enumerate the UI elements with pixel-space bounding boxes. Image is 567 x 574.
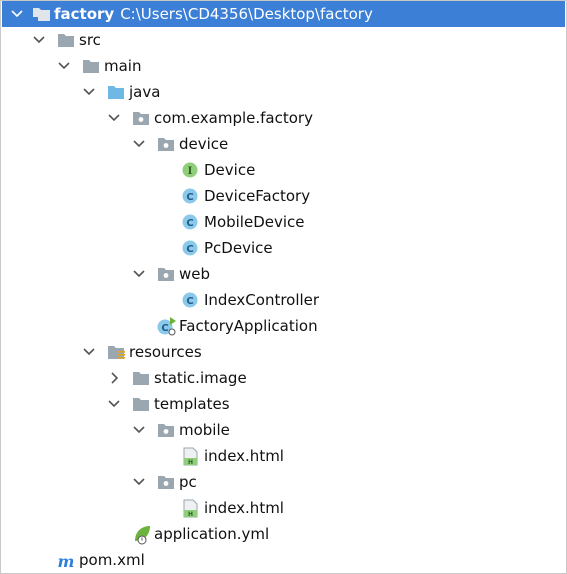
chevron-right-icon[interactable] [105, 365, 123, 391]
tree-row-main[interactable]: main [2, 53, 565, 79]
interface-icon: I [182, 157, 200, 183]
folder-icon [82, 53, 100, 79]
chevron-down-icon[interactable] [55, 53, 73, 79]
tree-item-label: mobile [179, 421, 230, 439]
tree-row-devicefactory[interactable]: C DeviceFactory [2, 183, 565, 209]
spring-boot-application-icon: C [157, 313, 176, 339]
html-file-icon: H [182, 443, 200, 469]
tree-item-label: device [179, 135, 229, 153]
tree-item-label: java [129, 83, 161, 101]
tree-row-device[interactable]: device [2, 131, 565, 157]
tree-item-label: Device [204, 161, 256, 179]
spring-leaf-icon [132, 521, 150, 547]
svg-text:C: C [186, 218, 193, 229]
package-icon [157, 417, 175, 443]
tree-row-com-example-factory[interactable]: com.example.factory [2, 105, 565, 131]
tree-row-templates[interactable]: templates [2, 391, 565, 417]
package-icon [157, 469, 175, 495]
folder-icon [32, 1, 50, 27]
package-icon [157, 261, 175, 287]
chevron-down-icon[interactable] [130, 469, 148, 495]
tree-item-label: MobileDevice [204, 213, 305, 231]
tree-item-label: templates [154, 395, 230, 413]
folder-icon [132, 391, 150, 417]
tree-item-label: DeviceFactory [204, 187, 311, 205]
tree-row-pc-index-html[interactable]: H index.html [2, 495, 565, 521]
chevron-down-icon[interactable] [130, 261, 148, 287]
chevron-down-icon[interactable] [105, 391, 123, 417]
tree-item-label: pc [179, 473, 197, 491]
tree-row-resources[interactable]: resources [2, 339, 565, 365]
tree-item-label: pom.xml [79, 551, 145, 569]
tree-row-mobile[interactable]: mobile [2, 417, 565, 443]
folder-icon [57, 27, 75, 53]
tree-row-mobile-index-html[interactable]: H index.html [2, 443, 565, 469]
package-icon [132, 105, 150, 131]
chevron-down-icon[interactable] [130, 131, 148, 157]
tree-item-label: application.yml [154, 525, 270, 543]
project-tree-panel: factory C:\Users\CD4356\Desktop\factory s… [0, 0, 567, 574]
package-icon [157, 131, 175, 157]
folder-icon [132, 365, 150, 391]
tree-item-label: index.html [204, 499, 284, 517]
tree-row-device-interface[interactable]: I Device [2, 157, 565, 183]
tree-row-mobiledevice[interactable]: C MobileDevice [2, 209, 565, 235]
tree-item-label: static.image [154, 369, 247, 387]
svg-text:C: C [186, 244, 193, 255]
tree-row-factoryapplication[interactable]: C FactoryApplication [2, 313, 565, 339]
chevron-down-icon[interactable] [105, 105, 123, 131]
tree-row-src[interactable]: src [2, 27, 565, 53]
tree-item-label: FactoryApplication [179, 317, 318, 335]
maven-icon: m [57, 547, 75, 573]
project-name: factory [54, 5, 115, 23]
tree-item-label: resources [129, 343, 202, 361]
svg-text:H: H [188, 459, 193, 466]
tree-item-label: web [179, 265, 211, 283]
svg-text:C: C [186, 296, 193, 307]
tree-item-label: PcDevice [204, 239, 273, 257]
class-icon: C [182, 235, 200, 261]
project-path: C:\Users\CD4356\Desktop\factory [120, 5, 373, 23]
chevron-down-icon[interactable] [130, 417, 148, 443]
html-file-icon: H [182, 495, 200, 521]
source-folder-icon [107, 79, 125, 105]
tree-row-factory[interactable]: factory C:\Users\CD4356\Desktop\factory [2, 1, 565, 27]
svg-text:C: C [161, 323, 168, 334]
svg-text:H: H [188, 511, 193, 518]
tree-row-application-yml[interactable]: application.yml [2, 521, 565, 547]
chevron-down-icon[interactable] [30, 27, 48, 53]
class-icon: C [182, 287, 200, 313]
chevron-down-icon[interactable] [8, 1, 26, 27]
tree-row-java[interactable]: java [2, 79, 565, 105]
chevron-down-icon[interactable] [80, 339, 98, 365]
resources-folder-icon [107, 339, 125, 365]
svg-text:m: m [58, 552, 75, 571]
chevron-down-icon[interactable] [80, 79, 98, 105]
svg-text:I: I [188, 166, 193, 177]
tree-row-static-image[interactable]: static.image [2, 365, 565, 391]
class-icon: C [182, 183, 200, 209]
tree-item-label: IndexController [204, 291, 320, 309]
tree-item-label: index.html [204, 447, 284, 465]
class-icon: C [182, 209, 200, 235]
tree-row-pcdevice[interactable]: C PcDevice [2, 235, 565, 261]
tree-item-label: com.example.factory [154, 109, 313, 127]
svg-text:C: C [186, 192, 193, 203]
tree-item-label: main [104, 57, 142, 75]
tree-item-label: src [79, 31, 101, 49]
tree-row-web[interactable]: web [2, 261, 565, 287]
tree-row-indexcontroller[interactable]: C IndexController [2, 287, 565, 313]
tree-row-pc[interactable]: pc [2, 469, 565, 495]
tree-row-pom-xml[interactable]: m pom.xml [2, 547, 565, 573]
